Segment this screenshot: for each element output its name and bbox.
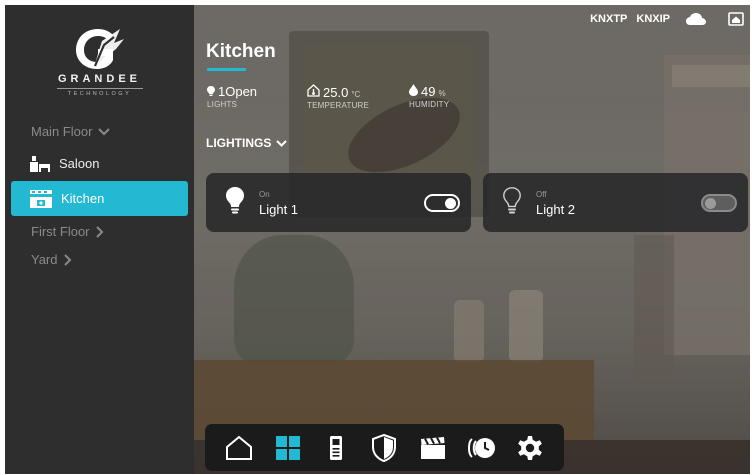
shield-icon [372, 433, 397, 462]
category-dropdown[interactable]: LIGHTINGS [206, 136, 288, 150]
lights-value: 1Open [218, 84, 258, 99]
main-panel: KNXTP KNXIP Kitchen 1Open LIGHTS 25.0 °C… [194, 5, 750, 474]
grid-icon [275, 435, 300, 460]
dock-item-scenes[interactable] [415, 430, 451, 466]
dock-item-intercom[interactable] [318, 430, 354, 466]
stat-humidity: 49 % HUMIDITY [409, 84, 449, 109]
dock-item-rooms[interactable] [270, 430, 306, 466]
sofa-icon [30, 155, 50, 172]
light-card-1[interactable]: On Light 1 [206, 173, 471, 232]
stat-lights: 1Open LIGHTS [207, 84, 257, 109]
floor-main-floor[interactable]: Main Floor [31, 124, 111, 139]
knx-ip-indicator: KNXIP [636, 13, 670, 25]
cloud-icon[interactable] [685, 12, 707, 26]
humidity-label: HUMIDITY [409, 100, 450, 109]
light-1-toggle[interactable] [424, 194, 460, 212]
floor-label: First Floor [31, 224, 90, 239]
temperature-value: 25.0 [323, 85, 349, 100]
sidebar-item-saloon[interactable]: Saloon [11, 146, 188, 181]
floor-yard[interactable]: Yard [31, 252, 72, 267]
toggle-knob [705, 198, 716, 209]
brand-logo: GRANDEE TECHNOLOGY [5, 23, 194, 97]
chevron-right-icon [63, 253, 71, 266]
light-state: On [259, 190, 270, 199]
temperature-unit: °C [351, 90, 361, 99]
stat-temperature: 25.0 °C TEMPERATURE [307, 84, 369, 110]
clock-icon [468, 437, 496, 458]
water-drop-icon [409, 84, 418, 96]
humidity-unit: % [438, 89, 446, 98]
dock-item-settings[interactable] [512, 430, 548, 466]
floor-label: Yard [31, 252, 58, 267]
kitchen-icon [30, 189, 52, 208]
home-icon [226, 435, 253, 460]
dock-item-schedule[interactable] [463, 430, 499, 466]
brand-name: GRANDEE [57, 73, 141, 85]
lightbulb-icon [207, 86, 215, 96]
floor-first-floor[interactable]: First Floor [31, 224, 104, 239]
light-name: Light 2 [536, 202, 576, 217]
sidebar-item-kitchen[interactable]: Kitchen [11, 181, 188, 216]
thermometer-home-icon [307, 84, 320, 97]
chevron-right-icon [95, 225, 103, 238]
temperature-label: TEMPERATURE [307, 101, 370, 110]
lightbulb-off-icon [503, 187, 521, 214]
bottom-dock [205, 424, 564, 471]
toggle-knob [445, 198, 456, 209]
dock-item-security[interactable] [366, 430, 402, 466]
sidebar-item-label: Kitchen [61, 191, 105, 206]
app-frame: GRANDEE TECHNOLOGY Main Floor Saloon Kit… [5, 5, 750, 474]
chevron-down-icon [276, 139, 288, 147]
status-bar: KNXTP KNXIP [590, 11, 750, 27]
light-state: Off [536, 190, 547, 199]
door-panel-icon [330, 435, 343, 460]
gear-icon [517, 435, 542, 460]
clapperboard-icon [420, 436, 445, 459]
sidebar: GRANDEE TECHNOLOGY Main Floor Saloon Kit… [5, 5, 194, 474]
brand-subtitle: TECHNOLOGY [67, 91, 132, 97]
lightbulb-on-icon [226, 187, 244, 214]
humidity-value: 49 [421, 84, 436, 99]
page-title: Kitchen [206, 41, 276, 62]
light-2-toggle[interactable] [701, 194, 737, 212]
light-name: Light 1 [259, 202, 299, 217]
home-badge-icon[interactable] [728, 12, 744, 26]
sidebar-item-label: Saloon [59, 156, 100, 171]
category-label: LIGHTINGS [206, 136, 272, 150]
light-card-2[interactable]: Off Light 2 [483, 173, 748, 232]
knx-tp-indicator: KNXTP [590, 13, 628, 25]
title-underline [207, 68, 246, 71]
chevron-down-icon [98, 127, 111, 135]
lights-label: LIGHTS [207, 100, 238, 109]
grandee-logo-mark [75, 29, 124, 69]
floor-label: Main Floor [31, 124, 93, 139]
dock-item-home[interactable] [221, 430, 257, 466]
brand-divider [56, 88, 143, 89]
